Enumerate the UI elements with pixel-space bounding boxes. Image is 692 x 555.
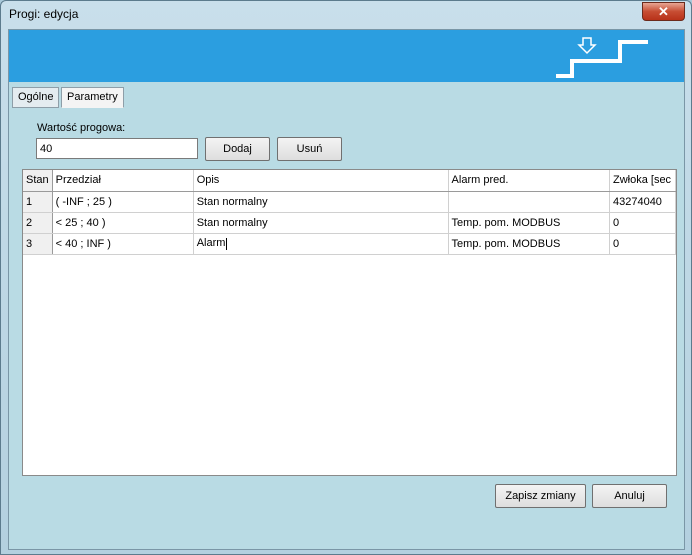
row-number[interactable]: 1 [23, 191, 53, 213]
cell-alarm[interactable] [448, 191, 610, 213]
row-number[interactable]: 3 [23, 233, 53, 255]
close-icon: ✕ [658, 4, 669, 19]
tab-ogolne[interactable]: Ogólne [12, 87, 60, 108]
remove-button[interactable]: Usuń [277, 137, 342, 161]
column-header-przedzial[interactable]: Przedział [52, 170, 194, 192]
cell-delay[interactable]: 43274040 [609, 191, 677, 213]
threshold-value-input[interactable] [36, 138, 198, 159]
cell-alarm[interactable]: Temp. pom. MODBUS [448, 233, 610, 255]
table-header-row: Stan Przedział Opis Alarm pred. Zwłoka [… [23, 170, 677, 192]
stairs-threshold-icon [556, 37, 648, 78]
text-caret [226, 237, 228, 250]
table-row[interactable]: 2 < 25 ; 40 ) Stan normalny Temp. pom. M… [23, 212, 677, 234]
window-title: Progi: edycja [9, 7, 79, 21]
cell-delay[interactable]: 0 [609, 212, 677, 234]
close-button[interactable]: ✕ [642, 2, 685, 21]
add-button[interactable]: Dodaj [205, 137, 270, 161]
cell-description[interactable]: Stan normalny [193, 212, 449, 234]
table-row[interactable]: 3 < 40 ; INF ) Alarm Temp. pom. MODBUS 0 [23, 233, 677, 255]
title-bar[interactable]: Progi: edycja ✕ [1, 1, 691, 28]
table-row[interactable]: 1 ( -INF ; 25 ) Stan normalny 43274040 [23, 191, 677, 213]
cell-range[interactable]: < 40 ; INF ) [52, 233, 194, 255]
dialog-client-area: Ogólne Parametry Wartość progowa: Dodaj … [8, 29, 685, 550]
column-header-opis[interactable]: Opis [193, 170, 449, 192]
cell-description-editing[interactable]: Alarm [193, 233, 449, 255]
tab-parametry[interactable]: Parametry [61, 87, 124, 108]
cell-description-text: Alarm [196, 237, 226, 250]
column-header-zwloka[interactable]: Zwłoka [sec [609, 170, 677, 192]
cell-alarm[interactable]: Temp. pom. MODBUS [448, 212, 610, 234]
cell-delay[interactable]: 0 [609, 233, 677, 255]
threshold-label: Wartość progowa: [37, 122, 126, 134]
dialog-window: Progi: edycja ✕ Ogólne Parametry Wartość… [0, 0, 692, 555]
cancel-button[interactable]: Anuluj [592, 484, 667, 508]
cell-description[interactable]: Stan normalny [193, 191, 449, 213]
header-banner [9, 30, 684, 82]
thresholds-table[interactable]: Stan Przedział Opis Alarm pred. Zwłoka [… [22, 169, 677, 476]
save-changes-button[interactable]: Zapisz zmiany [495, 484, 586, 508]
row-number[interactable]: 2 [23, 212, 53, 234]
column-header-stan[interactable]: Stan [23, 170, 53, 192]
cell-range[interactable]: ( -INF ; 25 ) [52, 191, 194, 213]
column-header-alarm[interactable]: Alarm pred. [448, 170, 610, 192]
cell-range[interactable]: < 25 ; 40 ) [52, 212, 194, 234]
